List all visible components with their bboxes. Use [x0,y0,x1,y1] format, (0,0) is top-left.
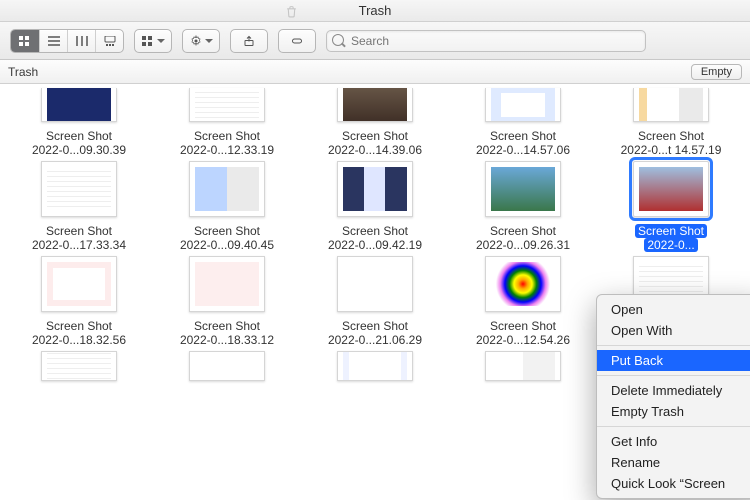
view-mode-segment [10,29,124,53]
file-label: Screen Shot2022-0...09.40.45 [167,224,287,252]
search-input[interactable] [326,30,646,52]
file-item[interactable]: Screen Shot2022-0...17.33.34 [10,157,148,252]
ctx-get-info[interactable]: Get Info [597,431,750,452]
file-thumbnail [337,256,413,312]
file-item[interactable]: Screen Shot2022-0...21.06.29 [306,252,444,347]
arrange-segment [134,29,172,53]
finder-window: Trash Trash Empty [0,0,750,500]
file-label: Screen Shot2022-0...21.06.29 [315,319,435,347]
file-item[interactable]: Screen Shot2022-0...14.39.06 [306,84,444,157]
file-thumbnail [189,256,265,312]
context-menu: Open Open With Put Back Delete Immediate… [596,294,750,499]
file-label: Screen Shot2022-0...t 14.57.19 [611,129,731,157]
search-area [326,30,740,52]
file-label: Screen Shot2022-0...14.39.06 [315,129,435,157]
file-label: Screen Shot2022-0...09.26.31 [463,224,583,252]
file-label: Screen Shot2022-0...14.57.06 [463,129,583,157]
ctx-sep [597,345,750,346]
file-label: Screen Shot2022-0...18.33.12 [167,319,287,347]
ctx-sep [597,375,750,376]
file-item[interactable]: Screen Shot2022-0... [602,157,740,252]
ctx-empty-trash[interactable]: Empty Trash [597,401,750,422]
ctx-quick-look[interactable]: Quick Look “Screen [597,473,750,494]
file-thumbnail [189,88,265,122]
arrange-button[interactable] [135,30,171,52]
ctx-put-back[interactable]: Put Back [597,350,750,371]
tags-button[interactable] [279,30,315,52]
file-label: Screen Shot2022-0...09.42.19 [315,224,435,252]
file-item[interactable] [10,347,148,381]
window-title: Trash [359,3,392,18]
icon-view-button[interactable] [11,30,39,52]
file-thumbnail [337,161,413,217]
file-label: Screen Shot2022-0...12.33.19 [167,129,287,157]
file-thumbnail [337,351,413,381]
file-item[interactable] [306,347,444,381]
empty-trash-button[interactable]: Empty [691,64,742,80]
file-thumbnail [485,161,561,217]
ctx-sep [597,426,750,427]
file-thumbnail [41,351,117,381]
content-area: Screen Shot2022-0...09.30.39 Screen Shot… [0,84,750,500]
file-item[interactable]: Screen Shot2022-0...12.33.19 [158,84,296,157]
file-item[interactable]: Screen Shot2022-0...t 14.57.19 [602,84,740,157]
file-item[interactable]: Screen Shot2022-0...12.54.26 [454,252,592,347]
share-button[interactable] [231,30,267,52]
file-thumbnail [189,161,265,217]
file-thumbnail [633,161,709,217]
file-item[interactable]: Screen Shot2022-0...18.33.12 [158,252,296,347]
file-label: Screen Shot2022-0...17.33.34 [19,224,139,252]
ctx-rename[interactable]: Rename [597,452,750,473]
file-item[interactable]: Screen Shot2022-0...09.30.39 [10,84,148,157]
file-thumbnail [485,88,561,122]
file-item[interactable]: Screen Shot2022-0...09.42.19 [306,157,444,252]
file-thumbnail [485,351,561,381]
file-item[interactable]: Screen Shot2022-0...14.57.06 [454,84,592,157]
file-label: Screen Shot2022-0...18.32.56 [19,319,139,347]
ctx-delete-immediately[interactable]: Delete Immediately [597,380,750,401]
file-label: Screen Shot2022-0...12.54.26 [463,319,583,347]
file-thumbnail [633,88,709,122]
file-thumbnail [485,256,561,312]
trash-icon [285,5,298,18]
file-thumbnail [41,161,117,217]
file-thumbnail [337,88,413,122]
file-item[interactable] [454,347,592,381]
search-wrap [326,30,646,52]
file-item[interactable]: Screen Shot2022-0...09.40.45 [158,157,296,252]
action-button[interactable] [183,30,219,52]
file-thumbnail [41,256,117,312]
ctx-open-with[interactable]: Open With [597,320,750,341]
location-bar: Trash Empty [0,60,750,84]
file-item[interactable]: Screen Shot2022-0...18.32.56 [10,252,148,347]
file-item[interactable]: Screen Shot2022-0...09.26.31 [454,157,592,252]
file-label: Screen Shot2022-0...09.30.39 [19,129,139,157]
file-label: Screen Shot2022-0... [611,224,731,252]
titlebar: Trash [0,0,750,22]
tags-segment [278,29,316,53]
list-view-button[interactable] [39,30,67,52]
ctx-open[interactable]: Open [597,299,750,320]
toolbar [0,22,750,60]
file-item[interactable] [158,347,296,381]
column-view-button[interactable] [67,30,95,52]
file-thumbnail [41,88,117,122]
action-segment [182,29,220,53]
gallery-view-button[interactable] [95,30,123,52]
location-name: Trash [8,65,38,79]
share-segment [230,29,268,53]
file-thumbnail [189,351,265,381]
